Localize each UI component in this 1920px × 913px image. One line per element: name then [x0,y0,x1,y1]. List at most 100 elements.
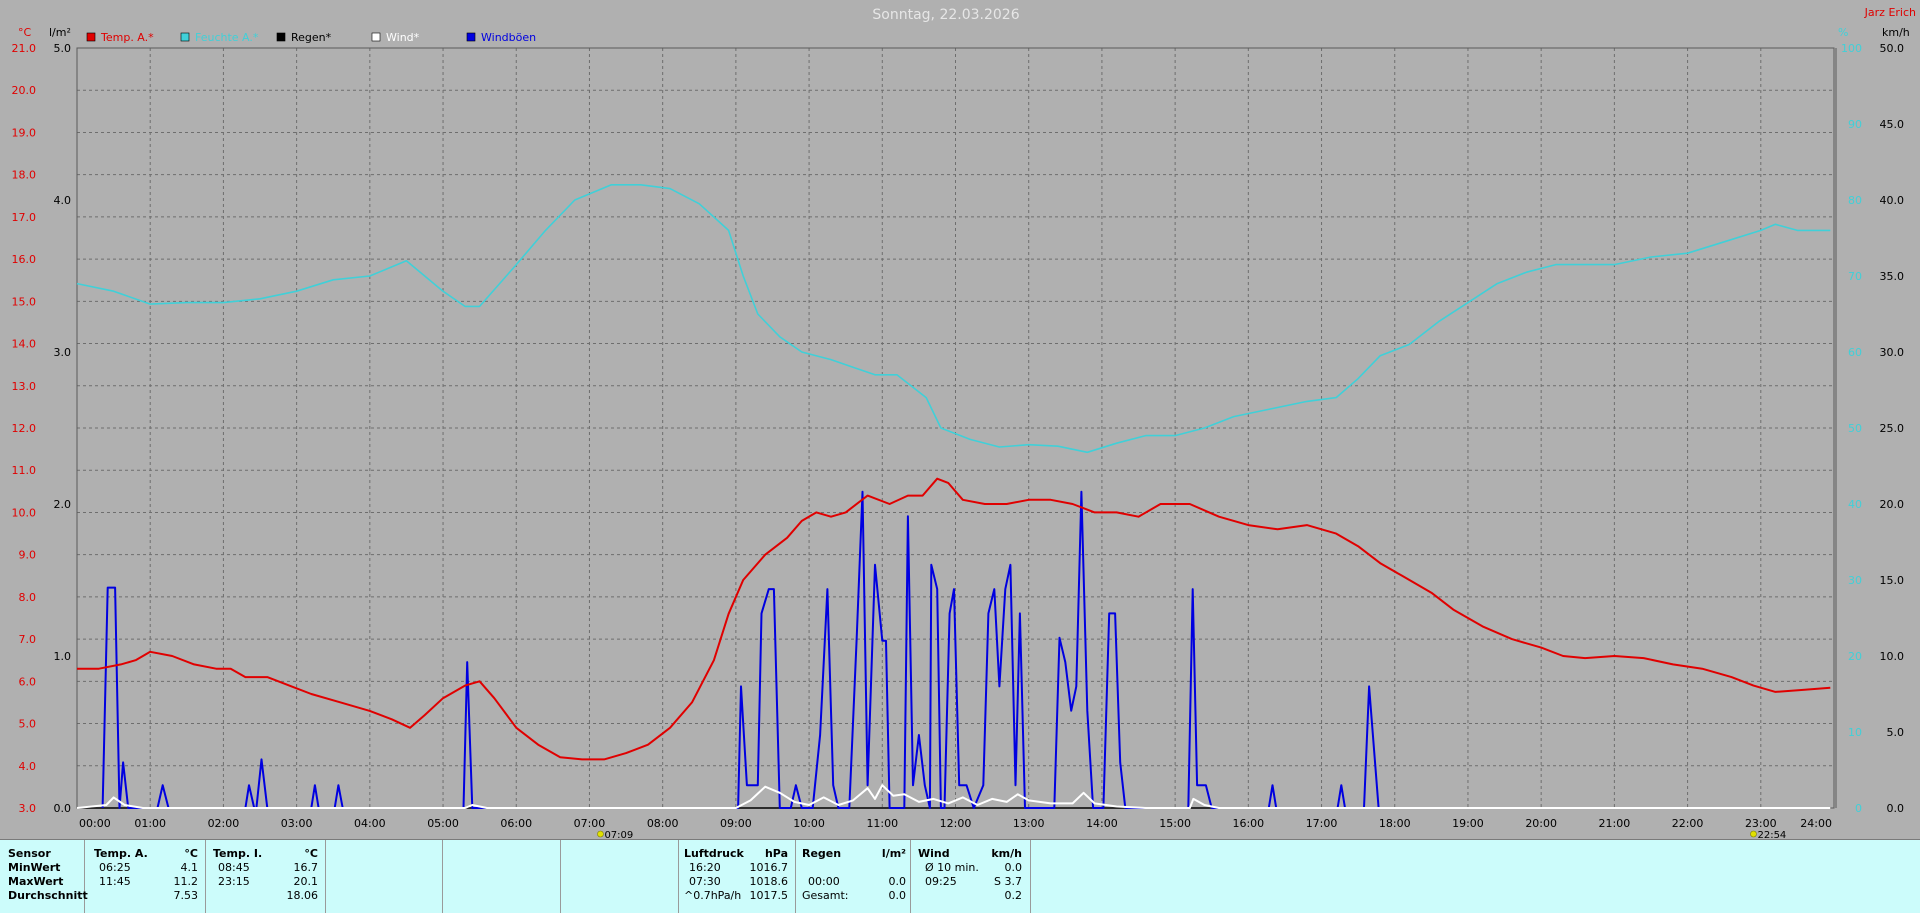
wind-tick-label: 40.0 [1880,194,1905,207]
sunrise-label: 07:09 [604,830,633,839]
humidity-tick-label: 100 [1841,42,1862,55]
temp-tick-label: 4.0 [19,760,37,773]
temp-tick-label: 14.0 [12,338,37,351]
pressure-header: Luftdruck [684,847,744,860]
temp-tick-label: 12.0 [12,422,37,435]
x-tick-label: 13:00 [1013,817,1045,830]
wind-avg: 0.2 [1004,889,1023,902]
rain-max: 0.0 [888,875,907,888]
temp-tick-label: 5.0 [19,718,37,731]
temp-tick-label: 9.0 [19,549,37,562]
row-label-avg: Durchschnitt [8,889,88,902]
legend-label-temp: Temp. A.* [100,31,154,44]
wind-tick-label: 25.0 [1880,422,1905,435]
temp-i-avg: 18.06 [286,889,319,902]
rain-tick-label: 3.0 [54,346,72,359]
sun-markers: 07:09 22:54 [597,830,1786,839]
temp-tick-label: 15.0 [12,295,37,308]
humidity-tick-label: 30 [1848,574,1862,587]
x-tick-label: 02:00 [208,817,240,830]
humidity-tick-label: 20 [1848,650,1862,663]
humidity-tick-label: 90 [1848,118,1862,131]
wind-avg10: 0.0 [1004,861,1023,874]
temp-a-max: 11.2 [173,875,199,888]
temp-a-min-time: 06:25 [99,861,131,874]
temp-tick-label: 20.0 [12,84,37,97]
wind-tick-label: 30.0 [1880,346,1905,359]
legend-label-gust: Windböen [481,31,536,44]
x-tick-label: 21:00 [1599,817,1631,830]
wind-tick-label: 20.0 [1880,498,1905,511]
rain-tick-label: 5.0 [54,42,72,55]
legend-swatch-rain [276,32,286,42]
x-tick-label: 22:00 [1672,817,1704,830]
temp-i-min-time: 08:45 [218,861,250,874]
rain-tick-label: 2.0 [54,498,72,511]
humidity-tick-label: 0 [1855,802,1862,815]
temp-tick-label: 11.0 [12,464,37,477]
x-tick-label: 18:00 [1379,817,1411,830]
x-tick-label: 19:00 [1452,817,1484,830]
rain-time: 00:00 [808,875,840,888]
x-tick-label: 16:00 [1232,817,1264,830]
x-tick-label: 24:00 [1800,817,1832,830]
x-tick-label: 17:00 [1306,817,1338,830]
temp-a-min: 4.1 [180,861,199,874]
temp-tick-label: 8.0 [19,591,37,604]
temp-a-avg: 7.53 [173,889,199,902]
wind-tick-label: 35.0 [1880,270,1905,283]
x-tick-label: 12:00 [940,817,972,830]
humidity-tick-label: 60 [1848,346,1862,359]
pressure-avg: 1017.5 [749,889,789,902]
x-tick-label: 06:00 [500,817,532,830]
series-line-temp [77,477,1831,761]
x-tick-label: 23:00 [1745,817,1777,830]
wind-axis-unit: km/h [1882,26,1910,39]
wind-tick-label: 0.0 [1887,802,1905,815]
x-tick-label: 14:00 [1086,817,1118,830]
x-tick-label: 03:00 [281,817,313,830]
rain-unit: l/m² [881,847,906,860]
legend-label-humidity: Feuchte A.* [195,31,259,44]
humidity-tick-label: 70 [1848,270,1862,283]
pressure-max: 1018.6 [749,875,789,888]
temp-tick-label: 19.0 [12,126,37,139]
temp-tick-label: 21.0 [12,42,37,55]
temp-tick-label: 16.0 [12,253,37,266]
legend: Temp. A.* Feuchte A.* Regen* Wind* Windböen [86,31,536,44]
legend-swatch-gust [466,32,476,42]
row-label-max: MaxWert [8,875,64,888]
wind-unit: km/h [991,847,1022,860]
temp-i-max: 20.1 [293,875,319,888]
temp-tick-label: 10.0 [12,506,37,519]
rain-tick-label: 0.0 [54,802,72,815]
wind-max-time: 09:25 [925,875,957,888]
humidity-tick-label: 80 [1848,194,1862,207]
author-label: Jarz Erich [1864,6,1916,19]
rain-tick-label: 4.0 [54,194,72,207]
temp-a-header: Temp. A. [94,847,148,860]
weather-chart: Sonntag, 22.03.2026 Jarz Erich 3.0 4.0 5.0… [12,6,1917,839]
x-tick-label: 04:00 [354,817,386,830]
rain-total: 0.0 [888,889,907,902]
series-line-gust [101,490,1380,809]
x-tick-label: 11:00 [866,817,898,830]
wind-tick-label: 50.0 [1880,42,1905,55]
temp-i-unit: °C [304,847,318,860]
legend-swatch-humidity [180,32,190,42]
humidity-axis-unit: % [1838,26,1848,39]
wind-tick-label: 15.0 [1880,574,1905,587]
temp-i-max-time: 23:15 [218,875,250,888]
rain-header: Regen [802,847,842,860]
temp-i-header: Temp. I. [213,847,263,860]
chart-title: Sonntag, 22.03.2026 [872,7,1019,23]
row-label-min: MinWert [8,861,61,874]
pressure-max-time: 07:30 [689,875,721,888]
temp-axis-unit: °C [18,26,32,39]
x-tick-label: 01:00 [134,817,166,830]
wind-dir-max: S 3.7 [994,875,1022,888]
series-line-humidity [76,184,1831,454]
temp-tick-label: 3.0 [19,802,37,815]
row-label-sensor: Sensor [8,847,51,860]
x-tick-label: 00:00 [79,817,111,830]
